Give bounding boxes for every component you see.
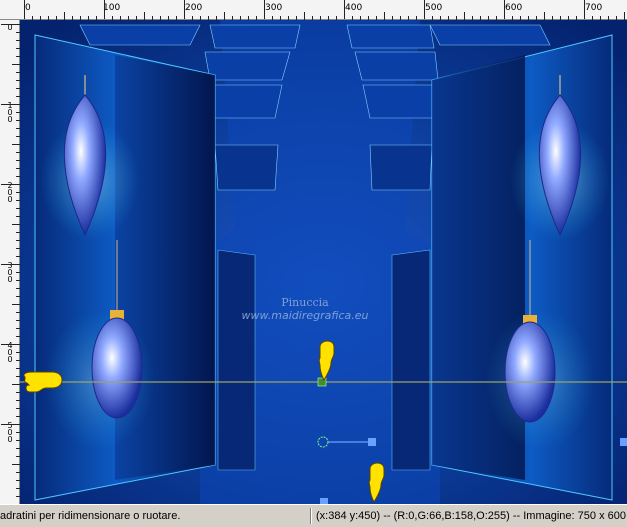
ruler-tick: [224, 12, 225, 20]
ruler-tick: [12, 64, 20, 65]
ruler-tick: [104, 0, 105, 19]
left-ornament-panel: [34, 34, 216, 501]
ruler-tick: [12, 464, 20, 465]
ruler-label: 600: [505, 3, 523, 13]
ruler-label: 700: [585, 3, 603, 13]
ruler-label: 200: [7, 181, 13, 204]
watermark-author: Pinuccia: [281, 296, 329, 309]
ruler-tick: [504, 0, 505, 19]
ruler-tick: [12, 384, 20, 385]
ruler-tick: [624, 12, 625, 20]
ruler-tick: [384, 12, 385, 20]
ruler-tick: [584, 0, 585, 19]
ruler-tick: [12, 304, 20, 305]
ruler-tick: [1, 184, 20, 185]
ruler-label: 0: [7, 23, 13, 32]
ruler-tick: [1, 104, 20, 105]
ruler-tick: [424, 0, 425, 19]
ruler-label: 300: [7, 261, 13, 284]
ruler-tick: [144, 12, 145, 20]
ruler-label: 400: [7, 341, 13, 364]
watermark-url: www.maidiregrafica.eu: [241, 309, 369, 322]
ruler-tick: [1, 264, 20, 265]
ruler-label: 400: [345, 3, 363, 13]
horizontal-ruler[interactable]: 0 100 200 300 400 500 600 700: [0, 0, 627, 20]
ruler-label: 500: [7, 421, 13, 444]
ruler-tick: [304, 12, 305, 20]
status-info: (x:384 y:450) -- (R:0,G:66,B:158,O:255) …: [316, 510, 626, 522]
ruler-tick: [12, 224, 20, 225]
watermark: Pinuccia www.maidiregrafica.eu: [235, 296, 375, 322]
ruler-tick: [544, 12, 545, 20]
ruler-label: 200: [185, 3, 203, 13]
ruler-label: 100: [103, 3, 121, 13]
ruler-tick: [1, 344, 20, 345]
status-separator: [310, 508, 312, 524]
right-ornament-panel: [431, 34, 613, 501]
ruler-tick: [464, 12, 465, 20]
image-canvas[interactable]: Pinuccia www.maidiregrafica.eu: [20, 20, 627, 504]
status-bar: adratini per ridimensionare o ruotare. (…: [0, 504, 627, 526]
ruler-label: 0: [25, 3, 31, 13]
ruler-label: 500: [425, 3, 443, 13]
vertical-ruler[interactable]: 0 100 200 300 400 500: [0, 20, 20, 504]
ruler-tick: [1, 24, 20, 25]
canvas-artwork: [20, 20, 627, 504]
ruler-label: 300: [265, 3, 283, 13]
ruler-tick: [64, 12, 65, 20]
ruler-tick: [12, 144, 20, 145]
status-hint: adratini per ridimensionare o ruotare.: [0, 510, 181, 522]
ruler-tick: [184, 0, 185, 19]
ruler-tick: [344, 0, 345, 19]
ruler-tick: [24, 0, 25, 19]
resize-handle-icon: [368, 438, 376, 446]
ruler-tick: [1, 424, 20, 425]
ruler-tick: [264, 0, 265, 19]
ruler-label: 100: [7, 101, 13, 124]
